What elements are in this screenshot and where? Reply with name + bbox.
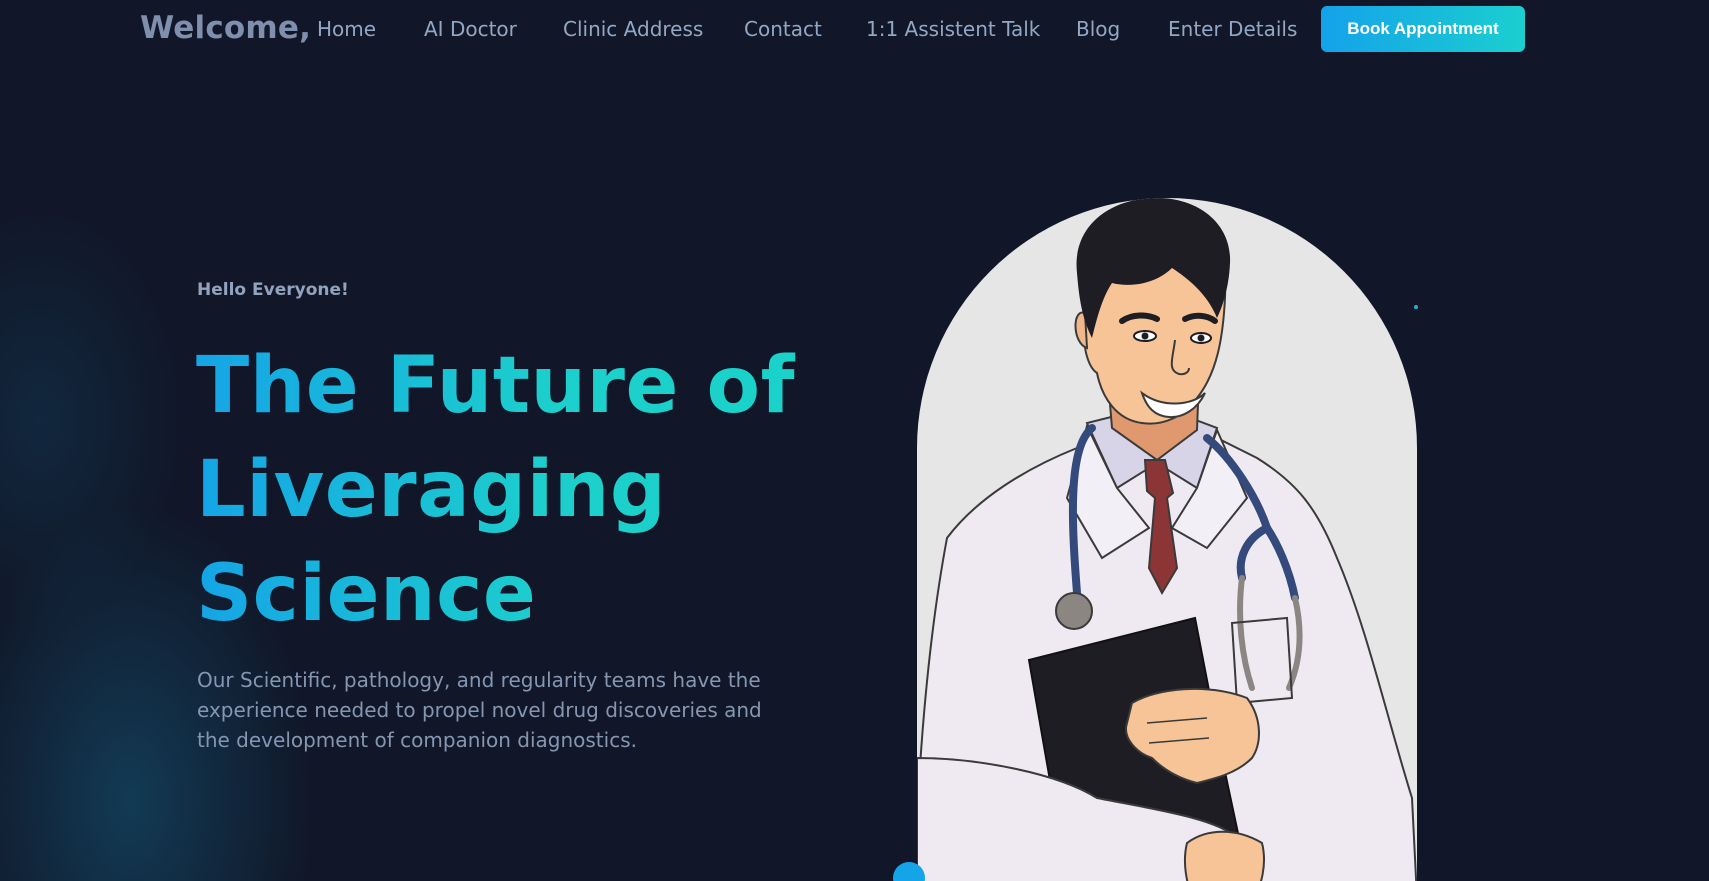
top-navbar: Welcome, Home AI Doctor Clinic Address C… <box>0 0 1709 58</box>
doctor-figure-icon <box>917 198 1417 881</box>
nav-enter-details[interactable]: Enter Details <box>1168 17 1297 41</box>
hero-description: Our Scientific, pathology, and regularit… <box>197 668 762 752</box>
nav-clinic-address[interactable]: Clinic Address <box>563 17 703 41</box>
hero-title-line-1: The Future of <box>196 341 796 431</box>
hero-title-line-2: Liveraging <box>196 445 667 535</box>
nav-assistent-talk[interactable]: 1:1 Assistent Talk <box>866 17 1040 41</box>
doctor-illustration <box>917 198 1417 881</box>
nav-ai-doctor[interactable]: AI Doctor <box>424 17 517 41</box>
hero-title: The Future of Liveraging Science <box>196 334 836 646</box>
landing-page: Welcome, Home AI Doctor Clinic Address C… <box>0 0 1709 881</box>
nav-home[interactable]: Home <box>317 17 376 41</box>
hero-title-line-3: Science <box>196 549 537 639</box>
hero-eyebrow: Hello Everyone! <box>197 280 349 300</box>
brand-logo[interactable]: Welcome, <box>140 10 311 46</box>
book-appointment-button[interactable]: Book Appointment <box>1321 6 1525 52</box>
nav-blog[interactable]: Blog <box>1076 17 1120 41</box>
nav-contact[interactable]: Contact <box>744 17 822 41</box>
